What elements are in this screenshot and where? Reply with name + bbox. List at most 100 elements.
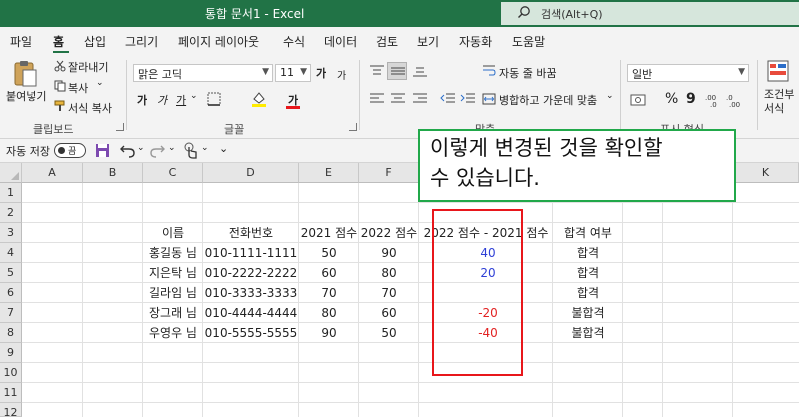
cell-2022[interactable]: 90: [359, 243, 419, 263]
row-header-12[interactable]: 12: [0, 403, 22, 417]
tab-formulas[interactable]: 수식: [283, 33, 305, 50]
cell-phone[interactable]: 010-1111-1111: [203, 243, 299, 263]
align-left-icon[interactable]: [369, 92, 385, 106]
paste-icon[interactable]: [12, 60, 38, 88]
row-header-9[interactable]: 9: [0, 343, 22, 363]
row-header-3[interactable]: 3: [0, 223, 22, 243]
cell-result[interactable]: 합격: [553, 243, 623, 263]
cell-result[interactable]: 불합격: [553, 303, 623, 323]
cell-name[interactable]: 장그래 님: [143, 303, 203, 323]
search-box[interactable]: 검색(Alt+Q): [501, 2, 799, 25]
row-header-7[interactable]: 7: [0, 303, 22, 323]
tab-home[interactable]: 홈: [53, 33, 64, 50]
conditional-format-icon[interactable]: [767, 60, 789, 82]
column-header-k[interactable]: K: [733, 163, 799, 183]
header-cell-name[interactable]: 이름: [143, 223, 203, 243]
cell-name[interactable]: 지은탁 님: [143, 263, 203, 283]
column-header-b[interactable]: B: [83, 163, 143, 183]
accounting-format-icon[interactable]: [630, 92, 652, 108]
cell-2022[interactable]: 70: [359, 283, 419, 303]
select-all-corner[interactable]: [0, 163, 22, 183]
tab-insert[interactable]: 삽입: [84, 33, 106, 50]
cut-button[interactable]: 잘라내기: [68, 59, 108, 75]
tab-help[interactable]: 도움말: [512, 33, 545, 50]
touch-mode-dropdown-icon[interactable]: ⌄: [201, 143, 209, 153]
cell-name[interactable]: 우영우 님: [143, 323, 203, 343]
cell-2021[interactable]: 90: [299, 323, 359, 343]
format-painter-icon[interactable]: [54, 100, 66, 112]
cell-name[interactable]: 홍길동 님: [143, 243, 203, 263]
italic-button[interactable]: 가: [157, 92, 167, 108]
clipboard-launcher-icon[interactable]: [116, 123, 124, 131]
cell-2021[interactable]: 50: [299, 243, 359, 263]
row-header-4[interactable]: 4: [0, 243, 22, 263]
redo-icon[interactable]: [150, 143, 165, 158]
header-cell-2022[interactable]: 2022 점수: [359, 223, 419, 243]
header-cell-result[interactable]: 합격 여부: [553, 223, 623, 243]
percent-button[interactable]: %: [665, 91, 678, 107]
row-header-10[interactable]: 10: [0, 363, 22, 383]
shrink-font-icon[interactable]: 가: [337, 67, 346, 82]
cell-phone[interactable]: 010-3333-3333: [203, 283, 299, 303]
decrease-decimal-icon[interactable]: .0.00: [725, 92, 743, 108]
wrap-text-icon[interactable]: [482, 64, 496, 78]
font-launcher-icon[interactable]: [349, 123, 357, 131]
column-header-d[interactable]: D: [203, 163, 299, 183]
row-header-1[interactable]: 1: [0, 183, 22, 203]
row-header-5[interactable]: 5: [0, 263, 22, 283]
number-format-combo[interactable]: 일반 ▼: [627, 64, 749, 82]
tab-review[interactable]: 검토: [376, 33, 398, 50]
wrap-text-button[interactable]: 자동 줄 바꿈: [499, 65, 557, 81]
undo-icon[interactable]: [120, 143, 135, 158]
underline-button[interactable]: 가: [176, 92, 186, 108]
scissors-icon[interactable]: [54, 60, 66, 72]
copy-icon[interactable]: [54, 80, 66, 92]
cell-2021[interactable]: 60: [299, 263, 359, 283]
bold-button[interactable]: 가: [137, 92, 147, 108]
column-header-c[interactable]: C: [143, 163, 203, 183]
cell-result[interactable]: 불합격: [553, 323, 623, 343]
font-name-combo[interactable]: 맑은 고딕 ▼: [133, 64, 273, 82]
tab-automate[interactable]: 자동화: [459, 33, 492, 50]
comma-style-button[interactable]: 9: [686, 91, 696, 107]
autosave-toggle[interactable]: 끔: [54, 143, 86, 158]
merge-center-icon[interactable]: [482, 92, 496, 106]
tab-data[interactable]: 데이터: [324, 33, 357, 50]
column-header-a[interactable]: A: [22, 163, 83, 183]
header-cell-2021[interactable]: 2021 점수: [299, 223, 359, 243]
copy-dropdown-icon[interactable]: ⌄: [96, 78, 104, 88]
increase-indent-icon[interactable]: [460, 92, 476, 106]
save-icon[interactable]: [95, 143, 110, 158]
cell-phone[interactable]: 010-4444-4444: [203, 303, 299, 323]
cell-2021[interactable]: 80: [299, 303, 359, 323]
cell-phone[interactable]: 010-2222-2222: [203, 263, 299, 283]
row-header-6[interactable]: 6: [0, 283, 22, 303]
cell-2022[interactable]: 50: [359, 323, 419, 343]
column-header-f[interactable]: F: [359, 163, 419, 183]
tab-draw[interactable]: 그리기: [125, 33, 158, 50]
tab-file[interactable]: 파일: [10, 33, 32, 50]
undo-dropdown-icon[interactable]: ⌄: [137, 143, 145, 153]
tab-view[interactable]: 보기: [417, 33, 439, 50]
grow-font-icon[interactable]: 가: [316, 65, 326, 81]
header-cell-phone[interactable]: 전화번호: [203, 223, 299, 243]
row-header-8[interactable]: 8: [0, 323, 22, 343]
align-bottom-icon[interactable]: [412, 64, 428, 78]
merge-dropdown-icon[interactable]: ⌄: [606, 91, 614, 101]
decrease-indent-icon[interactable]: [440, 92, 456, 106]
border-icon[interactable]: [206, 91, 222, 107]
cell-name[interactable]: 길라임 님: [143, 283, 203, 303]
underline-dropdown-icon[interactable]: ⌄: [190, 91, 198, 101]
cell-2022[interactable]: 80: [359, 263, 419, 283]
column-header-e[interactable]: E: [299, 163, 359, 183]
align-top-icon[interactable]: [369, 64, 385, 78]
cell-2022[interactable]: 60: [359, 303, 419, 323]
tab-page-layout[interactable]: 페이지 레이아웃: [178, 33, 259, 50]
row-header-2[interactable]: 2: [0, 203, 22, 223]
align-center-icon[interactable]: [390, 92, 406, 106]
paste-button[interactable]: 붙여넣기: [6, 88, 46, 104]
copy-button[interactable]: 복사: [68, 80, 88, 96]
cell-result[interactable]: 합격: [553, 263, 623, 283]
format-painter-button[interactable]: 서식 복사: [68, 100, 112, 116]
cell-2021[interactable]: 70: [299, 283, 359, 303]
